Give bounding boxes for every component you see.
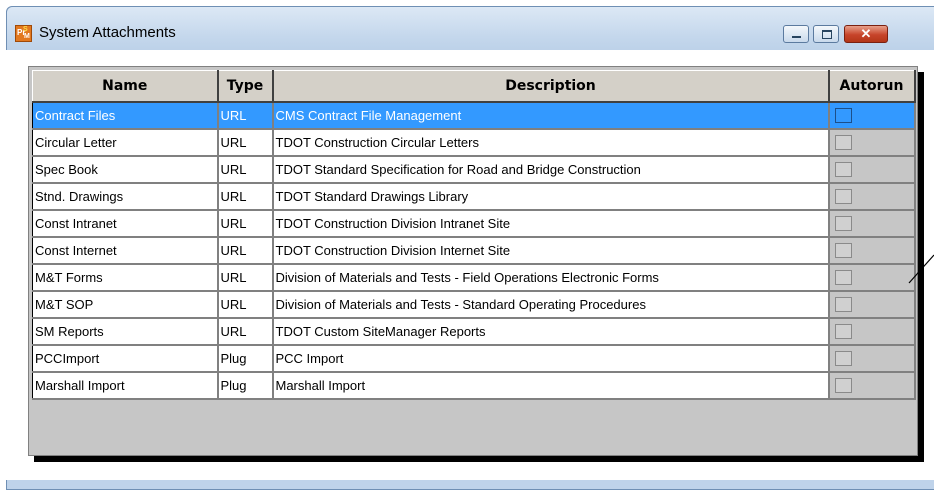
column-header-autorun[interactable]: Autorun (828, 70, 916, 103)
empty-row (32, 399, 915, 426)
name-cell[interactable]: Const Internet (32, 237, 219, 265)
type-cell[interactable]: URL (217, 318, 274, 346)
description-cell[interactable]: CMS Contract File Management (272, 102, 830, 130)
table-row[interactable]: Circular Letter URL TDOT Construction Circ… (32, 129, 916, 157)
type-cell[interactable]: URL (217, 210, 274, 238)
close-button[interactable]: ✕ (844, 25, 888, 43)
type-cell[interactable]: URL (217, 291, 274, 319)
type-cell[interactable]: URL (217, 156, 274, 184)
type-cell[interactable]: URL (217, 264, 274, 292)
description-cell[interactable]: TDOT Standard Specification for Road and… (272, 156, 830, 184)
column-header-name[interactable]: Name (32, 70, 219, 103)
description-cell[interactable]: TDOT Construction Circular Letters (272, 129, 830, 157)
autorun-checkbox[interactable] (834, 378, 852, 393)
type-cell[interactable]: URL (217, 129, 274, 157)
autorun-checkbox[interactable] (834, 189, 852, 204)
autorun-cell[interactable] (828, 291, 916, 319)
empty-cell (272, 399, 829, 426)
name-cell[interactable]: Stnd. Drawings (32, 183, 219, 211)
table-row[interactable]: Const Internet URL TDOT Construction Divis… (32, 237, 916, 265)
minimize-icon (792, 36, 801, 38)
header-row: Name Type Description Autorun (32, 70, 916, 103)
table-row[interactable]: Const Intranet URL TDOT Construction Divis… (32, 210, 916, 238)
autorun-checkbox[interactable] (834, 162, 852, 177)
autorun-cell[interactable] (828, 345, 916, 373)
table-row[interactable]: SM Reports URL TDOT Custom SiteManager Rep… (32, 318, 916, 346)
autorun-checkbox[interactable] (834, 243, 852, 258)
close-icon: ✕ (860, 26, 872, 41)
autorun-cell[interactable] (828, 210, 916, 238)
name-cell[interactable]: Circular Letter (32, 129, 219, 157)
autorun-checkbox[interactable] (834, 108, 852, 123)
table-row[interactable]: M&T Forms URL Division of Materials and Te… (32, 264, 916, 292)
type-cell[interactable]: Plug (217, 345, 274, 373)
description-cell[interactable]: TDOT Construction Division Internet Site (272, 237, 830, 265)
type-cell[interactable]: URL (217, 102, 274, 130)
name-cell[interactable]: Spec Book (32, 156, 219, 184)
empty-cell (32, 399, 218, 426)
table-row[interactable]: Contract Files URL CMS Contract File Manag… (32, 102, 916, 130)
maximize-icon (822, 30, 832, 39)
autorun-cell[interactable] (828, 372, 916, 400)
autorun-checkbox[interactable] (834, 270, 852, 285)
autorun-cell[interactable] (828, 129, 916, 157)
table-row[interactable]: Marshall Import Plug Marshall Import (32, 372, 916, 400)
table-body: Contract Files URL CMS Contract File Manag… (32, 102, 916, 426)
autorun-cell[interactable] (828, 183, 916, 211)
maximize-button[interactable] (813, 25, 839, 43)
empty-cell (828, 399, 915, 426)
autorun-checkbox[interactable] (834, 216, 852, 231)
description-cell[interactable]: Division of Materials and Tests - Standa… (272, 291, 830, 319)
description-cell[interactable]: TDOT Standard Drawings Library (272, 183, 830, 211)
autorun-cell[interactable] (828, 156, 916, 184)
autorun-checkbox[interactable] (834, 135, 852, 150)
autorun-cell[interactable] (828, 318, 916, 346)
name-cell[interactable]: M&T SOP (32, 291, 219, 319)
attachments-grid[interactable]: Name Type Description Autorun Contract F… (28, 66, 918, 456)
description-cell[interactable]: Division of Materials and Tests - Field … (272, 264, 830, 292)
name-cell[interactable]: PCCImport (32, 345, 219, 373)
description-cell[interactable]: TDOT Custom SiteManager Reports (272, 318, 830, 346)
name-cell[interactable]: M&T Forms (32, 264, 219, 292)
name-cell[interactable]: SM Reports (32, 318, 219, 346)
minimize-button[interactable] (783, 25, 809, 43)
column-header-type[interactable]: Type (217, 70, 274, 103)
table-row[interactable]: PCCImport Plug PCC Import (32, 345, 916, 373)
table-row[interactable]: Spec Book URL TDOT Standard Specification … (32, 156, 916, 184)
name-cell[interactable]: Const Intranet (32, 210, 219, 238)
autorun-cell[interactable] (828, 237, 916, 265)
app-logo-icon: Pr S M (15, 25, 32, 42)
attachments-table: Name Type Description Autorun Contract F… (32, 70, 916, 426)
name-cell[interactable]: Marshall Import (32, 372, 219, 400)
name-cell[interactable]: Contract Files (32, 102, 219, 130)
description-cell[interactable]: TDOT Construction Division Intranet Site (272, 210, 830, 238)
type-cell[interactable]: URL (217, 183, 274, 211)
autorun-cell[interactable] (828, 264, 916, 292)
empty-cell (217, 399, 273, 426)
window-title: System Attachments (39, 24, 176, 41)
column-header-description[interactable]: Description (272, 70, 830, 103)
type-cell[interactable]: URL (217, 237, 274, 265)
description-cell[interactable]: Marshall Import (272, 372, 830, 400)
autorun-cell[interactable] (828, 102, 916, 130)
table-row[interactable]: Stnd. Drawings URL TDOT Standard Drawings … (32, 183, 916, 211)
table-row[interactable]: M&T SOP URL Division of Materials and Test… (32, 291, 916, 319)
description-cell[interactable]: PCC Import (272, 345, 830, 373)
autorun-checkbox[interactable] (834, 297, 852, 312)
autorun-checkbox[interactable] (834, 324, 852, 339)
type-cell[interactable]: Plug (217, 372, 274, 400)
autorun-checkbox[interactable] (834, 351, 852, 366)
